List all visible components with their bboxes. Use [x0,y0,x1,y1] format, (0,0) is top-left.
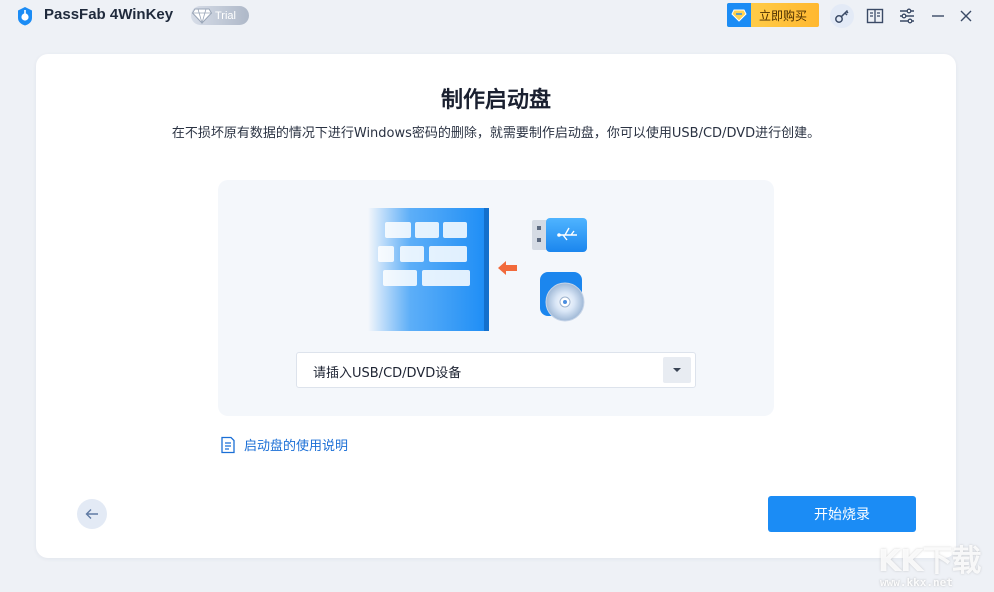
buy-now-label: 立即购买 [759,8,808,23]
watermark-text: KK下载 [878,544,981,579]
cart-icon [727,3,751,27]
cd-dvd-icon [540,272,585,322]
trial-badge: Trial [191,6,249,25]
device-select-value: 请插入USB/CD/DVD设备 [313,366,462,381]
site-watermark: KK下载 www.kkx.net [872,536,990,590]
page-title: 制作启动盘 [440,88,551,113]
key-icon[interactable] [830,4,854,28]
app-logo-icon [18,7,32,26]
computer-screen-icon [368,208,489,331]
minimize-icon[interactable] [926,4,950,28]
title-bar: PassFab 4WinKey Trial 立即购买 [0,0,994,32]
diamond-icon [192,8,212,24]
insert-arrow-icon [498,261,517,275]
boot-media-illustration [368,208,587,331]
close-icon[interactable] [954,4,978,28]
app-name: PassFab 4WinKey [44,6,174,23]
trial-label: Trial [215,9,236,22]
start-burn-button[interactable]: 开始烧录 [768,496,916,532]
boot-media-panel: 请插入USB/CD/DVD设备 [218,180,774,416]
buy-now-button[interactable]: 立即购买 [727,3,819,27]
watermark-url: www.kkx.net [880,576,953,589]
usb-drive-icon [532,218,587,252]
arrow-left-icon [85,509,98,519]
guide-link-label: 启动盘的使用说明 [244,439,349,454]
page-description: 在不损坏原有数据的情况下进行Windows密码的删除，就需要制作启动盘，你可以使… [171,126,821,141]
main-card: 制作启动盘 在不损坏原有数据的情况下进行Windows密码的删除，就需要制作启动… [36,54,956,558]
chevron-down-icon[interactable] [663,357,691,383]
settings-sliders-icon[interactable] [895,4,919,28]
back-button[interactable] [77,499,107,529]
guide-book-icon[interactable] [863,4,887,28]
document-icon [221,436,235,453]
boot-disk-guide-link[interactable]: 启动盘的使用说明 [219,435,348,454]
device-select[interactable]: 请插入USB/CD/DVD设备 [296,352,696,388]
